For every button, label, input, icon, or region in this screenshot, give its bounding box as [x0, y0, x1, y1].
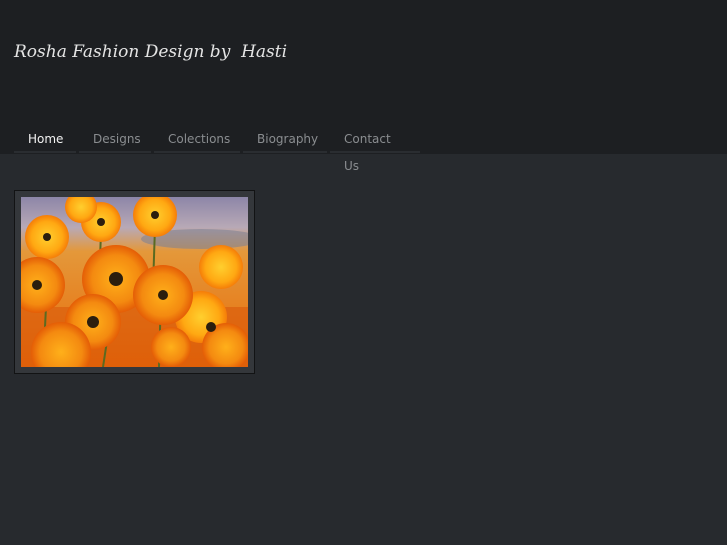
orange-daisy-photo	[21, 197, 248, 367]
nav-item-home[interactable]: Home	[14, 126, 76, 153]
flower-image	[21, 197, 248, 367]
photo-frame	[14, 190, 255, 374]
site-header: Rosha Fashion Design by Hasti Home Desig…	[0, 0, 727, 173]
nav-item-contact-us[interactable]: Contact Us	[330, 126, 420, 173]
nav-item-colections[interactable]: Colections	[154, 126, 240, 153]
nav-item-designs[interactable]: Designs	[79, 126, 151, 153]
nav-item-biography[interactable]: Biography	[243, 126, 327, 153]
main-nav: Home Designs Colections Biography Contac…	[14, 126, 420, 173]
site-title[interactable]: Rosha Fashion Design by Hasti	[14, 42, 287, 62]
